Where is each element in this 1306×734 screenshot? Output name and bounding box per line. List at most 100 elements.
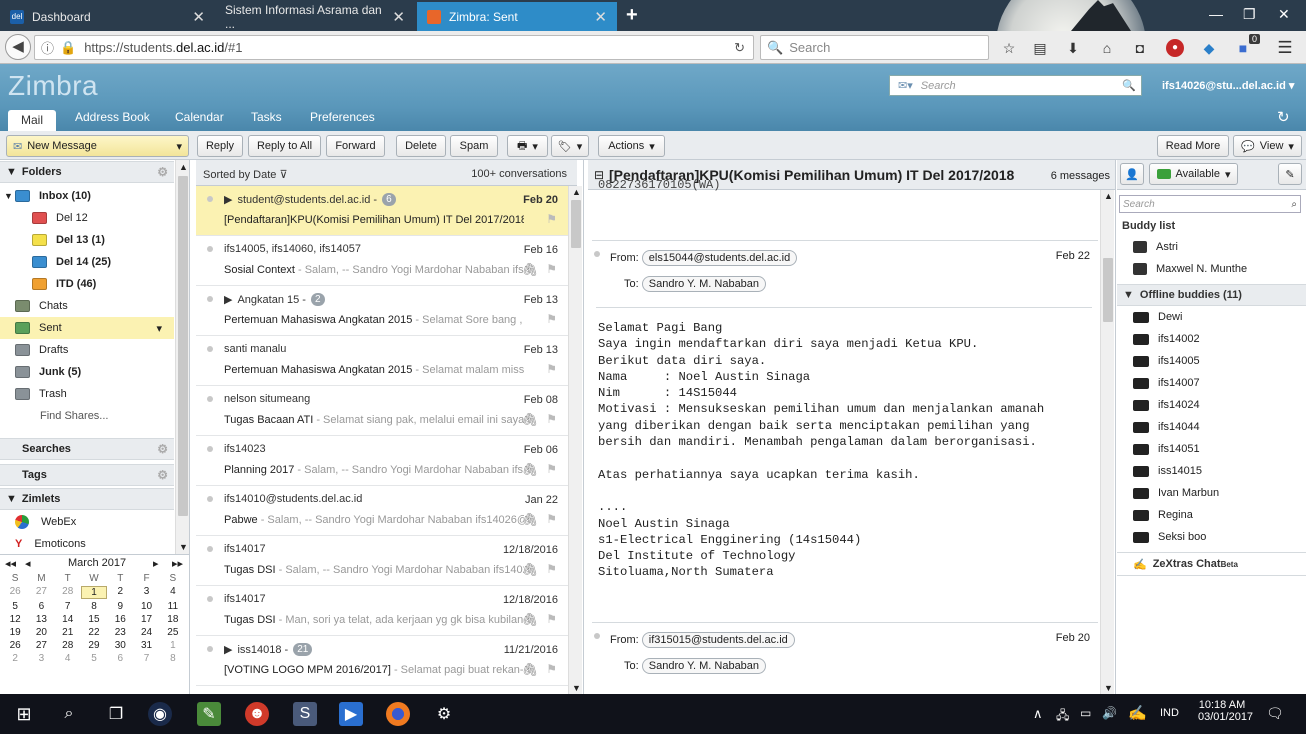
flag-icon[interactable]: ⚑	[546, 662, 557, 676]
calendar-day[interactable]: 20	[28, 627, 54, 638]
settings-gear-icon[interactable]: ⚙	[432, 702, 456, 726]
tags-header[interactable]: Tags ⚙	[0, 464, 174, 486]
calendar-day[interactable]: 21	[55, 627, 81, 638]
print-menu-button[interactable]: 🖶 ▾	[507, 135, 548, 157]
folder-item[interactable]: Trash	[0, 383, 174, 405]
battery-icon[interactable]: ▭	[1080, 706, 1091, 720]
tab-address-book[interactable]: Address Book	[75, 110, 150, 124]
scroll-down-icon[interactable]: ▼	[1104, 683, 1113, 693]
flag-icon[interactable]: ⚑	[546, 262, 557, 276]
clock[interactable]: 10:18 AM 03/01/2017	[1198, 699, 1253, 723]
new-tab-icon[interactable]: +	[626, 4, 638, 27]
buddy-item[interactable]: ifs14005	[1117, 350, 1306, 372]
chevron-down-icon[interactable]: ▾	[156, 322, 162, 335]
tab-mail[interactable]: Mail	[8, 110, 57, 131]
gear-icon[interactable]: ⚙	[157, 468, 168, 482]
zimlet-emoticons[interactable]: Y Emoticons	[0, 533, 174, 554]
recipient-pill[interactable]: Sandro Y. M. Nababan	[641, 658, 767, 674]
scroll-up-icon[interactable]: ▲	[572, 187, 581, 197]
refresh-icon[interactable]: ↻	[1277, 108, 1290, 126]
app-icon[interactable]: S	[293, 702, 317, 726]
buddy-item[interactable]: ifs14044	[1117, 416, 1306, 438]
buddy-item[interactable]: ifs14007	[1117, 372, 1306, 394]
minimize-icon[interactable]: —	[1209, 6, 1223, 22]
flag-icon[interactable]: ⚑	[546, 562, 557, 576]
steam-icon[interactable]: ◉	[148, 702, 172, 726]
folder-item[interactable]: Chats	[0, 295, 174, 317]
conversation-row[interactable]: ifs14017 12/18/2016 Tugas DSI - Salam, -- …	[196, 536, 568, 586]
calendar-day[interactable]: 11	[160, 601, 186, 612]
download-icon[interactable]: ⬇	[1064, 39, 1082, 57]
close-tab-icon[interactable]: ✕	[192, 8, 205, 26]
menu-hamburger-icon[interactable]: ☰	[1276, 39, 1294, 57]
chat-settings-button[interactable]: ✎	[1278, 163, 1302, 185]
calendar-day[interactable]: 8	[160, 653, 186, 664]
bookmark-star-icon[interactable]: ☆	[1000, 39, 1018, 57]
scroll-down-icon[interactable]: ▼	[572, 683, 581, 693]
browser-tab-zimbra[interactable]: Zimbra: Sent ✕	[417, 2, 617, 31]
prev-month-icon[interactable]: ◂	[25, 557, 31, 570]
close-tab-icon[interactable]: ✕	[594, 8, 607, 26]
calendar-day[interactable]: 22	[81, 627, 107, 638]
folder-item[interactable]: Find Shares...	[0, 405, 174, 427]
calendar-day[interactable]: 5	[2, 601, 28, 612]
tab-preferences[interactable]: Preferences	[310, 110, 375, 124]
calendar-day[interactable]: 27	[28, 640, 54, 651]
offline-buddies-header[interactable]: ▼ Offline buddies (11)	[1117, 284, 1306, 306]
network-icon[interactable]: 🖧	[1056, 706, 1069, 727]
calendar-day[interactable]: 28	[55, 586, 81, 599]
folder-item[interactable]: Del 14 (25)	[0, 251, 174, 273]
gear-icon[interactable]: ⚙	[157, 442, 168, 456]
volume-icon[interactable]: 🔊	[1102, 706, 1117, 720]
conversation-row[interactable]: ifs14010@students.del.ac.id Jan 22 Pabwe -…	[196, 486, 568, 536]
buddy-item[interactable]: Maxwel N. Munthe	[1117, 258, 1306, 280]
actions-menu-button[interactable]: Actions ▾	[598, 135, 665, 157]
pocket-icon[interactable]: ◘	[1131, 39, 1149, 57]
reply-button[interactable]: Reply	[197, 135, 243, 157]
calendar-day[interactable]: 23	[107, 627, 133, 638]
zextras-chat-section[interactable]: ✍ ZeXtras Chat Beta	[1117, 552, 1306, 576]
calendar-day[interactable]: 24	[133, 627, 159, 638]
conversation-row[interactable]: ▶ student@students.del.ac.id - 6 Feb 20 [Pen…	[196, 186, 568, 236]
windows-start-icon[interactable]: ⊞	[12, 702, 36, 726]
calendar-day[interactable]: 26	[2, 640, 28, 651]
browser-search-box[interactable]: 🔍 Search	[760, 35, 989, 60]
flag-icon[interactable]: ⚑	[546, 462, 557, 476]
calendar-day[interactable]: 12	[2, 614, 28, 625]
recipient-pill[interactable]: Sandro Y. M. Nababan	[641, 276, 767, 292]
scroll-up-icon[interactable]: ▲	[1104, 191, 1113, 201]
info-icon[interactable]: ⓘ	[41, 38, 54, 57]
calendar-day[interactable]: 28	[55, 640, 81, 651]
calendar-day[interactable]: 4	[160, 586, 186, 599]
tray-chevron-icon[interactable]: ∧	[1033, 706, 1043, 722]
zimlets-header[interactable]: ▼ Zimlets	[0, 488, 174, 510]
calendar-day[interactable]: 6	[107, 653, 133, 664]
calendar-day[interactable]: 5	[81, 653, 107, 664]
calendar-day[interactable]: 7	[55, 601, 81, 612]
conversation-row[interactable]: nelson situmeang Feb 08 Tugas Bacaan ATI -…	[196, 386, 568, 436]
url-bar[interactable]: ⓘ 🔒 https://students. del.ac.id/#1 ↻	[34, 35, 754, 60]
game-icon[interactable]: ☻	[245, 702, 269, 726]
pen-icon[interactable]: ✍	[1128, 704, 1147, 722]
conversation-row[interactable]: ▶ iss14018 - 21 11/21/2016 [VOTING LOGO MPM …	[196, 636, 568, 686]
home-icon[interactable]: ⌂	[1098, 39, 1116, 57]
buddy-item[interactable]: ifs14024	[1117, 394, 1306, 416]
calendar-day[interactable]: 3	[133, 586, 159, 599]
collapse-triangle-icon[interactable]: ▼	[6, 166, 17, 178]
status-menu-button[interactable]: Available ▾	[1149, 163, 1238, 185]
collapse-triangle-icon[interactable]: ▼	[1123, 289, 1134, 301]
calendar-day[interactable]: 16	[107, 614, 133, 625]
scroll-up-icon[interactable]: ▲	[179, 162, 188, 172]
calendar-day[interactable]: 6	[28, 601, 54, 612]
media-player-icon[interactable]: ▶	[339, 702, 363, 726]
add-buddy-button[interactable]: 👤	[1120, 163, 1144, 185]
conversation-row[interactable]: ifs14023 Feb 06 Planning 2017 - Salam, -- …	[196, 436, 568, 486]
collapse-triangle-icon[interactable]: ▼	[6, 493, 17, 505]
maximize-icon[interactable]: ❐	[1243, 6, 1256, 23]
expand-triangle-icon[interactable]: ▶	[224, 643, 232, 656]
flag-icon[interactable]: ⚑	[546, 212, 557, 226]
extension-icon[interactable]: ◆	[1200, 39, 1218, 57]
calendar-day[interactable]: 27	[28, 586, 54, 599]
list-scroll-thumb[interactable]	[571, 200, 581, 248]
folder-item[interactable]: Junk (5)	[0, 361, 174, 383]
